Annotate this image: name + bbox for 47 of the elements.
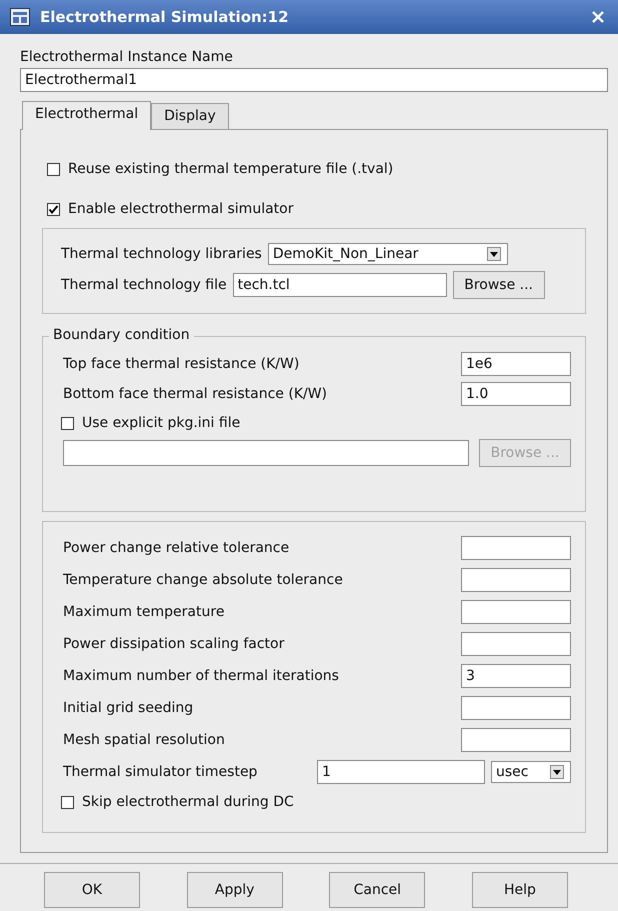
dialog-button[interactable]: OK [44,872,140,908]
field-label: Power change relative tolerance [63,539,290,557]
pkg-path-field[interactable] [63,440,469,466]
value-field[interactable] [461,568,571,592]
unit-dropdown[interactable]: usec [491,761,571,783]
field-label: Top face thermal resistance (K/W) [63,355,300,373]
group-title: Boundary condition [49,327,194,343]
value-field[interactable]: 3 [461,664,571,688]
close-icon[interactable] [590,9,606,25]
libraries-label: Thermal technology libraries [61,245,262,263]
value-field[interactable] [461,728,571,752]
value-field[interactable]: 1.0 [461,382,571,406]
checkbox[interactable] [61,796,74,808]
checkbox-label: Enable electrothermal simulator [68,200,294,218]
checkbox-label: Use explicit pkg.ini file [82,414,240,432]
field-label: Power dissipation scaling factor [63,635,286,653]
value-field[interactable]: 1e6 [461,352,571,376]
checkbox-label: Skip electrothermal during DC [82,793,294,811]
dialog-button[interactable]: Apply [186,872,283,908]
field-label: Initial grid seeding [63,699,194,717]
instance-name-label: Electrothermal Instance Name [20,48,233,66]
field-label: Thermal simulator timestep [63,763,258,781]
tab[interactable]: Display [151,103,229,129]
checkbox-label: Reuse existing thermal temperature file (.tval) [68,160,394,178]
field-label: Mesh spatial resolution [63,731,226,749]
browse-button[interactable]: Browse ... [452,271,545,299]
app-icon [10,8,30,26]
tab[interactable]: Electrothermal [22,101,152,130]
checkbox[interactable] [47,202,60,216]
field-label: Maximum temperature [63,603,226,621]
libraries-dropdown[interactable]: DemoKit_Non_Linear [268,243,508,265]
value-field[interactable] [461,696,571,720]
value-field[interactable] [461,632,571,656]
checkbox[interactable] [61,416,74,430]
timestep-field[interactable]: 1 [317,760,485,784]
field-label: Maximum number of thermal iterations [63,667,340,685]
technology-file-label: Thermal technology file [61,276,227,294]
value-field[interactable] [461,600,571,624]
value-field[interactable] [461,536,571,560]
field-label: Bottom face thermal resistance (K/W) [63,385,328,403]
technology-file-field[interactable]: tech.tcl [232,273,447,297]
window-title: Electrothermal Simulation:12 [40,8,290,26]
instance-name-field[interactable]: Electrothermal1 [20,68,608,92]
dialog-button[interactable]: Cancel [329,872,426,908]
field-label: Temperature change absolute tolerance [63,571,344,589]
checkbox[interactable] [47,162,60,176]
dialog-button[interactable]: Help [472,872,568,908]
